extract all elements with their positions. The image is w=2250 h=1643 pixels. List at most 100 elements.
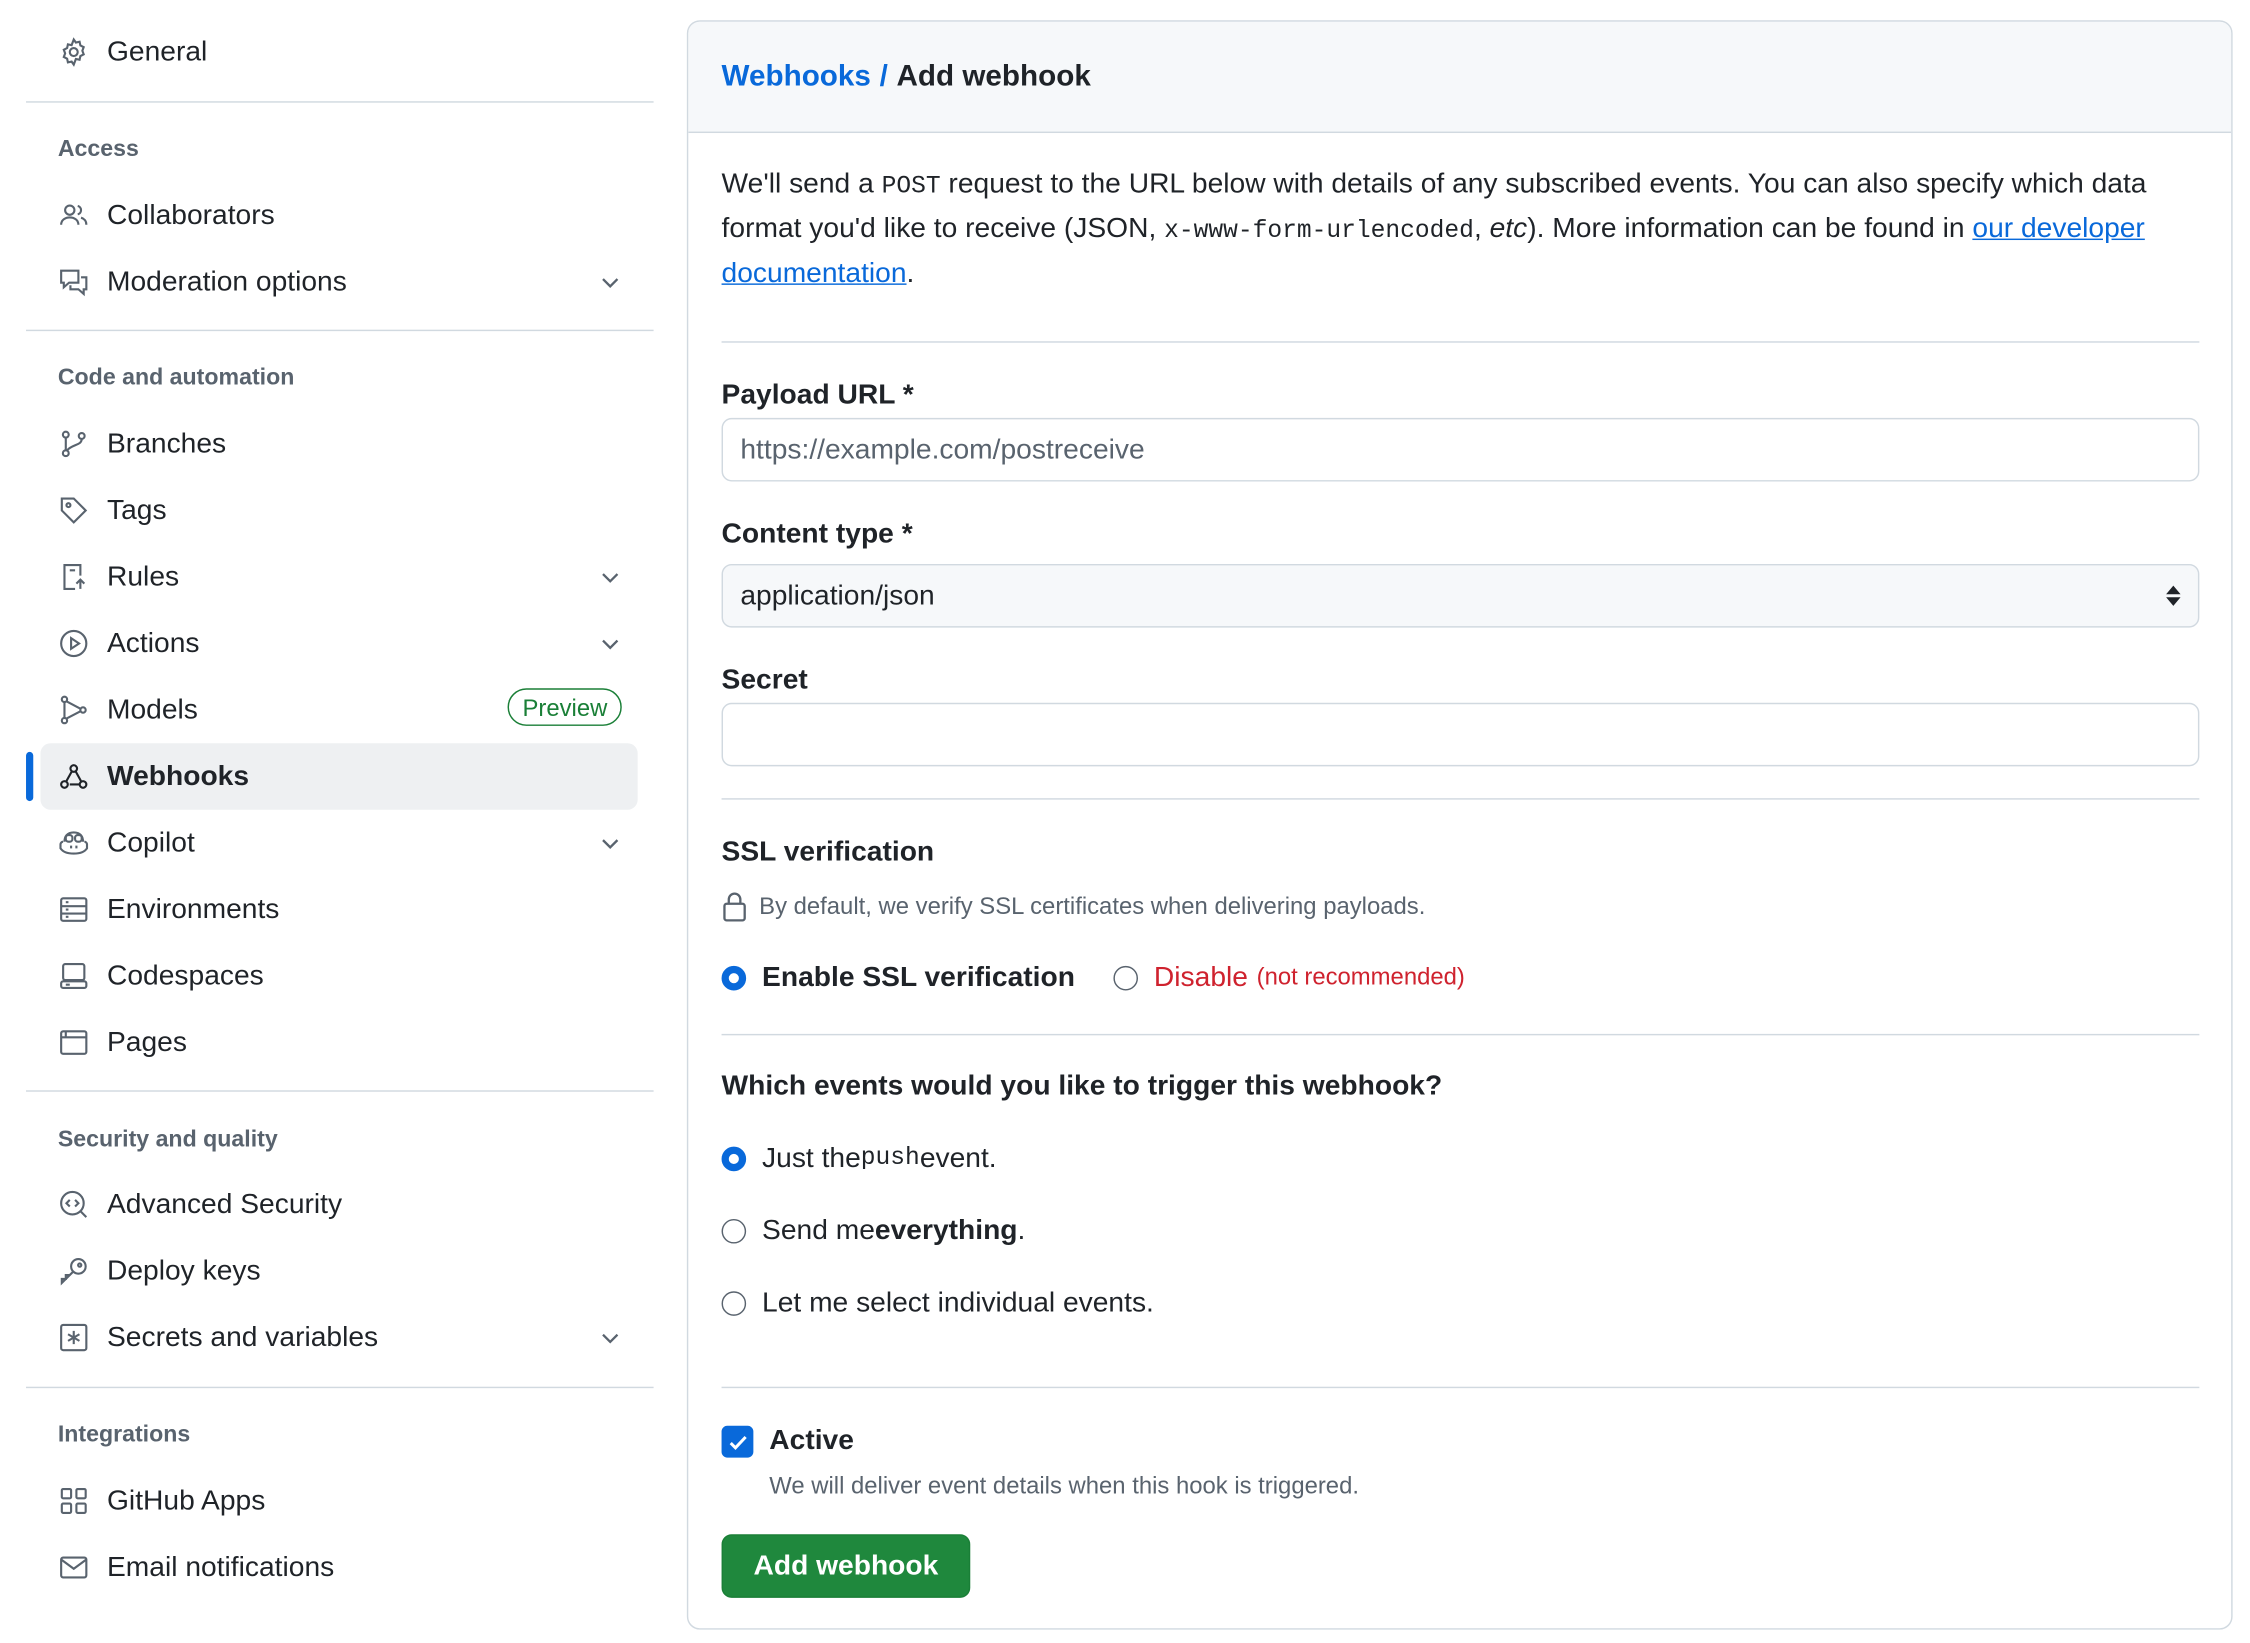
repo-push-icon [58, 561, 90, 593]
chevron-down-icon[interactable] [599, 1326, 622, 1349]
sidebar-item-label: GitHub Apps [107, 1484, 266, 1517]
event-all-text: . [1017, 1214, 1026, 1247]
sidebar-item-pages[interactable]: Pages [26, 1009, 654, 1076]
sidebar-heading-access: Access [57, 137, 139, 162]
content-type-label: Content type * [721, 517, 913, 550]
sidebar-item-label: General [107, 35, 208, 68]
intro-text: We'll send a POST request to the URL bel… [722, 163, 2211, 295]
sidebar-item-label: Actions [107, 626, 200, 659]
active-checkbox[interactable] [721, 1425, 754, 1458]
radio-unselected-icon[interactable] [721, 1291, 747, 1316]
secret-input[interactable] [721, 702, 2200, 767]
sidebar-item-label: Moderation options [107, 265, 347, 298]
content-type-select[interactable]: application/json [721, 563, 2200, 628]
payload-url-label: Payload URL * [721, 378, 914, 411]
event-all-bold: everything [874, 1214, 1018, 1247]
section-divider [721, 1386, 2200, 1389]
chevron-down-icon[interactable] [599, 831, 622, 854]
ssl-heading: SSL verification [721, 835, 935, 868]
sidebar-divider [26, 1090, 654, 1092]
radio-unselected-icon[interactable] [1113, 965, 1139, 991]
sidebar-divider [26, 1386, 654, 1389]
sidebar-item-general[interactable]: General [26, 19, 207, 86]
sidebar-item-github-apps[interactable]: GitHub Apps [26, 1468, 654, 1535]
sidebar-item-codespaces[interactable]: Codespaces [26, 943, 654, 1010]
breadcrumb-separator: / [879, 59, 888, 93]
ssl-note-text: By default, we verify SSL certificates w… [759, 892, 1426, 919]
ssl-enable-radio[interactable]: Enable SSL verification [721, 961, 1075, 995]
payload-url-input[interactable]: https://example.com/postreceive [721, 417, 2200, 482]
sidebar-item-email-notifications[interactable]: Email notifications [26, 1534, 654, 1601]
push-code: push [860, 1145, 920, 1173]
sidebar-item-moderation-options[interactable]: Moderation options [26, 249, 654, 316]
radio-unselected-icon[interactable] [721, 1218, 747, 1244]
sidebar-item-models[interactable]: Models Preview [26, 677, 654, 744]
sidebar-item-label: Branches [107, 427, 227, 460]
intro-text-part: We'll send a [721, 167, 882, 200]
ssl-disable-label: Disable [1153, 961, 1248, 994]
sidebar-item-webhooks[interactable]: Webhooks [26, 743, 638, 810]
active-note: We will deliver event details when this … [769, 1473, 1359, 1500]
radio-selected-icon[interactable] [721, 965, 747, 991]
comment-discussion-icon [58, 266, 90, 298]
check-icon [728, 1435, 747, 1450]
key-icon [58, 1255, 90, 1287]
sidebar-item-secrets-variables[interactable]: Secrets and variables [26, 1304, 654, 1371]
event-select-radio[interactable]: Let me select individual events. [721, 1286, 1154, 1320]
key-asterisk-icon [58, 1322, 90, 1354]
section-divider [721, 798, 2200, 800]
chevron-down-icon[interactable] [599, 565, 622, 588]
sidebar-heading-security-quality: Security and quality [57, 1127, 278, 1153]
breadcrumb-webhooks-link[interactable]: Webhooks [722, 59, 871, 94]
chevron-down-icon[interactable] [599, 270, 622, 293]
sidebar-divider [26, 329, 654, 332]
browser-icon [58, 1027, 90, 1059]
mail-icon [58, 1552, 90, 1584]
sidebar-heading-integrations: Integrations [57, 1422, 191, 1448]
sidebar-divider [26, 101, 654, 103]
panel-header: Webhooks / Add webhook [688, 21, 2232, 134]
sidebar-item-label: Deploy keys [107, 1254, 261, 1287]
sidebar-item-copilot[interactable]: Copilot [26, 810, 654, 877]
sidebar-item-label: Collaborators [107, 198, 275, 231]
sidebar-item-label: Environments [107, 892, 280, 925]
sidebar-item-collaborators[interactable]: Collaborators [26, 182, 654, 249]
chevron-down-icon[interactable] [599, 632, 622, 655]
sidebar-item-advanced-security[interactable]: Advanced Security [26, 1171, 654, 1238]
intro-text-part: ). More information can be found in [1527, 212, 1973, 245]
event-select-label: Let me select individual events. [762, 1286, 1154, 1319]
etc-text: etc [1489, 212, 1528, 245]
radio-selected-icon[interactable] [721, 1146, 747, 1172]
gear-icon [58, 36, 90, 68]
ssl-disable-radio[interactable]: Disable (not recommended) [1113, 961, 1465, 995]
lock-icon [723, 892, 746, 922]
event-push-radio[interactable]: Just the push event. [721, 1142, 997, 1175]
sidebar-heading-code-automation: Code and automation [57, 365, 295, 391]
sidebar-item-rules[interactable]: Rules [26, 544, 654, 611]
section-divider [721, 1033, 2200, 1036]
sidebar-item-label: Copilot [107, 826, 195, 859]
active-label[interactable]: Active [769, 1424, 854, 1457]
event-push-text: Just the [762, 1142, 861, 1175]
sidebar-item-label: Codespaces [107, 959, 264, 992]
copilot-icon [58, 827, 90, 859]
sidebar-item-environments[interactable]: Environments [26, 876, 654, 943]
sidebar-item-actions[interactable]: Actions [26, 610, 654, 677]
event-everything-radio[interactable]: Send me everything. [721, 1214, 1026, 1248]
sidebar-item-tags[interactable]: Tags [26, 477, 654, 544]
preview-badge: Preview [507, 688, 622, 726]
play-icon [58, 628, 90, 660]
secret-label: Secret [721, 663, 808, 696]
server-icon [58, 894, 90, 926]
add-webhook-button[interactable]: Add webhook [721, 1534, 971, 1598]
content-type-value: application/json [740, 579, 935, 611]
ssl-enable-label: Enable SSL verification [762, 961, 1075, 994]
ssl-note: By default, we verify SSL certificates w… [722, 891, 1426, 923]
sidebar-item-label: Pages [107, 1025, 187, 1058]
sidebar-item-deploy-keys[interactable]: Deploy keys [26, 1238, 654, 1305]
sidebar-item-branches[interactable]: Branches [26, 411, 654, 478]
select-arrows-icon [2166, 585, 2181, 606]
event-all-text: Send me [762, 1214, 875, 1247]
post-code: POST [881, 173, 941, 201]
ai-model-icon [58, 694, 90, 726]
